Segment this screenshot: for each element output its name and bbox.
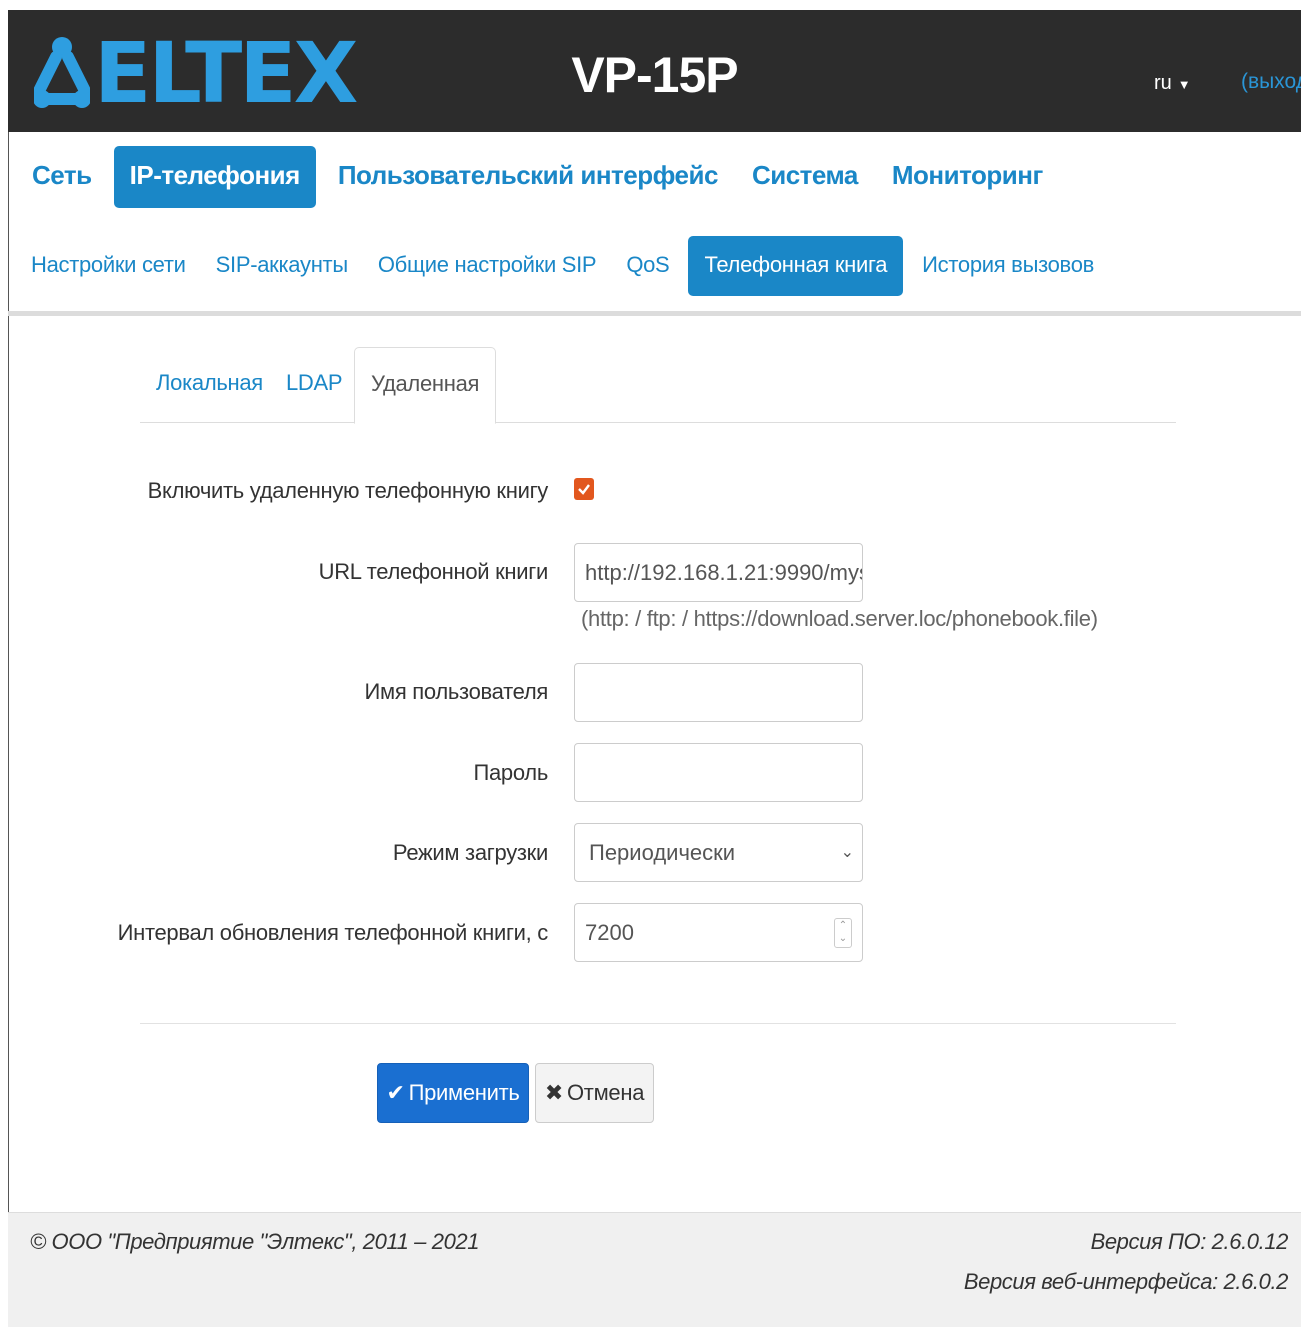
nav-network[interactable]: Сеть: [20, 146, 104, 208]
enable-checkbox[interactable]: [574, 478, 594, 500]
page: ELTEX VP-15P ru▼ (выход Сеть IP-телефони…: [0, 0, 1301, 1327]
left-border: [8, 132, 9, 1212]
logo-text: ELTEX: [94, 24, 358, 122]
form-divider: [140, 1023, 1176, 1024]
eltex-logo-icon: [32, 35, 92, 111]
url-label: URL телефонной книги: [318, 559, 549, 584]
cancel-label: Отмена: [567, 1080, 645, 1105]
interval-value: 7200: [585, 920, 634, 945]
eltex-logo: ELTEX: [32, 24, 358, 122]
copyright: © ООО "Предприятие "Элтекс", 2011 – 2021: [30, 1229, 480, 1254]
url-input[interactable]: http://192.168.1.21:9990/mysql?h: [574, 543, 863, 602]
tab-ldap[interactable]: LDAP: [286, 347, 343, 423]
apply-label: Применить: [408, 1080, 520, 1105]
check-icon: [578, 484, 590, 495]
interval-label: Интервал обновления телефонной книги, с: [117, 920, 549, 945]
enable-label: Включить удаленную телефонную книгу: [147, 478, 549, 503]
nav-divider: [8, 311, 1301, 316]
subnav-sip-general[interactable]: Общие настройки SIP: [367, 236, 607, 296]
nav-user-interface[interactable]: Пользовательский интерфейс: [326, 146, 730, 208]
cancel-button[interactable]: ✖ Отмена: [535, 1063, 654, 1123]
logout-link[interactable]: (выход: [1241, 70, 1301, 94]
language-dropdown[interactable]: ru ▼: [1154, 72, 1191, 95]
header-bar: ELTEX VP-15P ru▼ (выход: [8, 0, 1301, 132]
nav-system[interactable]: Система: [740, 146, 870, 208]
nav-ip-telephony[interactable]: IP-телефония: [113, 146, 316, 208]
username-input[interactable]: [574, 663, 863, 722]
tab-local[interactable]: Локальная: [156, 347, 263, 423]
caret-down-icon: ▼: [1177, 77, 1191, 92]
username-label: Имя пользователя: [364, 679, 549, 704]
firmware-version: Версия ПО: 2.6.0.12: [1090, 1229, 1289, 1254]
sub-nav: Настройки сети SIP-аккаунты Общие настро…: [20, 236, 1113, 296]
chevron-down-icon: ⌄: [840, 844, 854, 861]
subnav-call-history[interactable]: История вызовов: [911, 236, 1105, 296]
interval-input[interactable]: 7200 ⌃ ⌄: [574, 903, 863, 962]
main-nav: Сеть IP-телефония Пользовательский интер…: [20, 146, 1065, 208]
close-icon: ✖: [544, 1080, 563, 1105]
spinner-icon[interactable]: ⌃ ⌄: [834, 918, 852, 948]
language-label: ru: [1154, 72, 1172, 94]
download-mode-label: Режим загрузки: [392, 840, 548, 865]
subnav-qos[interactable]: QoS: [615, 236, 680, 296]
password-label: Пароль: [473, 760, 548, 785]
apply-button[interactable]: ✔ Применить: [377, 1063, 529, 1123]
subnav-sip-accounts[interactable]: SIP-аккаунты: [205, 236, 359, 296]
subnav-network-settings[interactable]: Настройки сети: [20, 236, 197, 296]
download-mode-select[interactable]: Периодически ⌄: [574, 823, 863, 882]
url-hint: (http: / ftp: / https://download.server.…: [581, 606, 1098, 631]
footer: © ООО "Предприятие "Элтекс", 2011 – 2021…: [8, 1212, 1301, 1327]
tab-remote[interactable]: Удаленная: [354, 347, 497, 424]
download-mode-value: Периодически: [589, 840, 736, 865]
web-version: Версия веб-интерфейса: 2.6.0.2: [963, 1269, 1289, 1294]
phonebook-tabs: Локальная LDAP Удаленная: [140, 347, 1176, 424]
subnav-phonebook[interactable]: Телефонная книга: [688, 236, 904, 296]
password-input[interactable]: [574, 743, 863, 802]
check-icon: ✔: [386, 1080, 405, 1105]
nav-monitoring[interactable]: Мониторинг: [880, 146, 1055, 208]
